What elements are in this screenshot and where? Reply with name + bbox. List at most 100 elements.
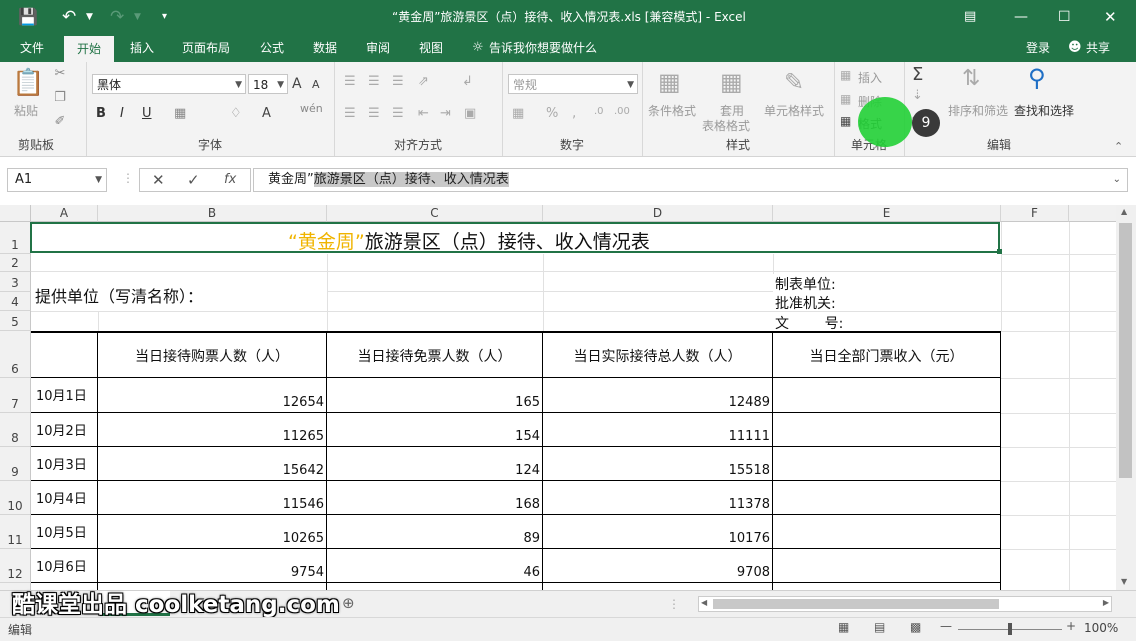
total-cell[interactable]: 15518 <box>543 463 770 478</box>
merge-center-icon[interactable]: ▣ <box>464 106 476 121</box>
sort-filter-icon[interactable]: ⇅ <box>962 66 980 91</box>
row-header-6[interactable]: 6 <box>0 331 31 378</box>
insert-cells-button[interactable]: 插入 <box>858 69 882 86</box>
save-icon[interactable]: 💾 <box>18 0 38 34</box>
name-box[interactable]: A1 ▼ <box>7 168 107 192</box>
column-header-d[interactable]: D <box>543 205 773 222</box>
comma-style-icon[interactable]: ‚ <box>572 106 576 121</box>
row-header-4[interactable]: 4 <box>0 292 31 311</box>
font-size-combo[interactable]: 18 ▼ <box>248 74 288 94</box>
increase-indent-icon[interactable]: ⇥ <box>440 106 451 121</box>
total-cell[interactable]: 11111 <box>543 429 770 444</box>
cell-styles-button[interactable]: 单元格样式 <box>764 102 824 119</box>
total-cell[interactable]: 10176 <box>543 531 770 546</box>
scroll-thumb[interactable] <box>1119 223 1132 478</box>
tell-me-search[interactable]: 告诉我你想要做什么 <box>489 34 597 62</box>
row-header-7[interactable]: 7 <box>0 378 31 413</box>
column-header-e[interactable]: E <box>773 205 1001 222</box>
column-header-b[interactable]: B <box>98 205 327 222</box>
tab-review[interactable]: 审阅 <box>366 34 390 62</box>
share-button[interactable]: 共享 <box>1086 34 1110 62</box>
format-as-table-icon[interactable]: ▦ <box>720 68 743 96</box>
minimize-icon[interactable]: — <box>1014 0 1028 34</box>
worksheet-grid[interactable]: A B C D E F 1 2 3 4 5 6 7 8 9 10 11 12 “… <box>0 205 1116 590</box>
header-paid-visitors[interactable]: 当日接待购票人数（人） <box>98 346 326 366</box>
format-as-table-line2[interactable]: 表格格式 <box>702 117 750 134</box>
percent-button[interactable]: % <box>546 106 558 121</box>
paid-cell[interactable]: 9754 <box>98 565 324 580</box>
paste-icon[interactable]: 📋 <box>12 68 44 100</box>
row-header-10[interactable]: 10 <box>0 481 31 515</box>
doc-number-label[interactable]: 文 号: <box>775 313 843 333</box>
date-cell[interactable]: 10月6日 <box>36 556 87 575</box>
fill-icon[interactable]: ⇣ <box>912 88 923 103</box>
paste-button[interactable]: 粘贴 <box>14 102 38 119</box>
scroll-down-icon[interactable]: ▼ <box>1121 577 1127 586</box>
align-right-icon[interactable]: ☰ <box>392 106 404 121</box>
free-cell[interactable]: 46 <box>327 565 540 580</box>
redo-icon[interactable]: ↷ <box>110 0 124 34</box>
scroll-left-icon[interactable]: ◀ <box>701 598 707 607</box>
free-cell[interactable]: 165 <box>327 395 540 410</box>
maker-label[interactable]: 制表单位: <box>775 274 836 294</box>
split-handle-icon[interactable]: ⋮ <box>668 597 680 611</box>
date-cell[interactable]: 10月2日 <box>36 420 87 439</box>
wrap-text-icon[interactable]: ↲ <box>462 74 473 89</box>
cut-icon[interactable]: ✂ <box>52 66 68 81</box>
row-header-2[interactable]: 2 <box>0 254 31 272</box>
align-middle-icon[interactable]: ☰ <box>368 74 380 89</box>
find-select-button[interactable]: 查找和选择 <box>1014 102 1074 119</box>
row-header-3[interactable]: 3 <box>0 272 31 292</box>
header-free-visitors[interactable]: 当日接待免票人数（人） <box>327 346 542 366</box>
add-sheet-icon[interactable]: ⊕ <box>342 594 355 612</box>
approver-label[interactable]: 批准机关: <box>775 293 836 313</box>
customize-toolbar-icon[interactable]: ▾ <box>162 0 167 34</box>
bold-button[interactable]: B <box>96 106 106 121</box>
font-name-combo[interactable]: 黑体 ▼ <box>92 74 246 94</box>
cancel-icon[interactable]: ✕ <box>152 171 165 189</box>
copy-icon[interactable]: ❐ <box>52 90 68 105</box>
close-icon[interactable]: ✕ <box>1104 0 1117 34</box>
conditional-format-button[interactable]: 条件格式 <box>648 102 696 119</box>
tab-view[interactable]: 视图 <box>419 34 443 62</box>
undo-icon[interactable]: ↶ <box>62 0 76 34</box>
border-icon[interactable]: ▦ <box>174 106 186 121</box>
find-select-icon[interactable]: ⚲ <box>1028 64 1046 92</box>
align-center-icon[interactable]: ☰ <box>368 106 380 121</box>
tab-insert[interactable]: 插入 <box>130 34 154 62</box>
format-painter-icon[interactable]: ✐ <box>52 114 68 129</box>
tab-data[interactable]: 数据 <box>313 34 337 62</box>
date-cell[interactable]: 10月4日 <box>36 488 87 507</box>
scroll-up-icon[interactable]: ▲ <box>1121 207 1127 216</box>
total-cell[interactable]: 9708 <box>543 565 770 580</box>
decrease-decimal-icon[interactable]: .00 <box>614 106 630 117</box>
free-cell[interactable]: 89 <box>327 531 540 546</box>
formula-input[interactable]: 黄金周”旅游景区（点）接待、收入情况表 ⌄ <box>253 168 1128 192</box>
date-cell[interactable]: 10月3日 <box>36 454 87 473</box>
currency-icon[interactable]: ▦ <box>512 106 524 121</box>
row-header-8[interactable]: 8 <box>0 413 31 447</box>
paid-cell[interactable]: 11265 <box>98 429 324 444</box>
page-layout-view-icon[interactable]: ▤ <box>874 620 885 634</box>
row-header-11[interactable]: 11 <box>0 515 31 549</box>
column-header-f[interactable]: F <box>1001 205 1069 222</box>
date-cell[interactable]: 10月5日 <box>36 522 87 541</box>
row-header-1[interactable]: 1 <box>0 222 31 254</box>
row-header-9[interactable]: 9 <box>0 447 31 481</box>
paid-cell[interactable]: 11546 <box>98 497 324 512</box>
header-total-visitors[interactable]: 当日实际接待总人数（人） <box>543 346 772 366</box>
column-header-g[interactable] <box>1069 205 1116 222</box>
tab-file[interactable]: 文件 <box>20 34 44 62</box>
tab-home[interactable]: 开始 <box>64 36 114 62</box>
page-break-view-icon[interactable]: ▩ <box>910 620 921 634</box>
zoom-out-icon[interactable]: — <box>940 619 952 633</box>
shrink-font-button[interactable]: A <box>312 78 320 91</box>
paid-cell[interactable]: 10265 <box>98 531 324 546</box>
zoom-in-icon[interactable]: + <box>1066 619 1076 633</box>
normal-view-icon[interactable]: ▦ <box>838 620 849 634</box>
italic-button[interactable]: I <box>120 106 124 121</box>
free-cell[interactable]: 124 <box>327 463 540 478</box>
zoom-level[interactable]: 100% <box>1084 621 1118 635</box>
column-header-c[interactable]: C <box>327 205 543 222</box>
select-all-corner[interactable] <box>0 205 31 222</box>
